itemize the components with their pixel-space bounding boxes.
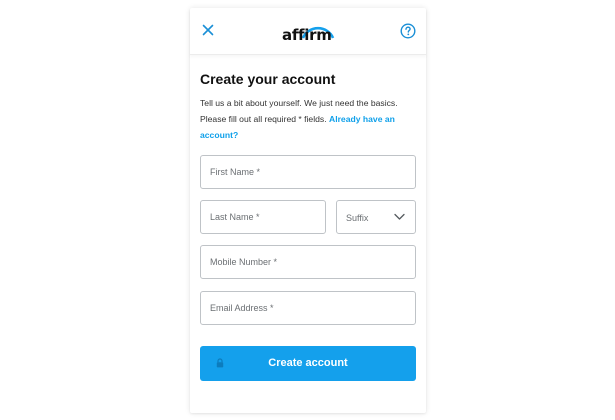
create-account-label: Create account [268, 357, 348, 369]
page-title: Create your account [200, 71, 336, 87]
first-name-input[interactable] [201, 156, 415, 188]
close-button[interactable] [200, 22, 216, 38]
last-name-input[interactable] [201, 201, 325, 233]
email-input[interactable] [201, 292, 415, 324]
help-icon [400, 23, 416, 39]
form-description: Tell us a bit about yourself. We just ne… [200, 95, 416, 143]
chevron-down-icon [394, 213, 405, 220]
page: affirm Create your account Tell us a bit… [0, 0, 615, 420]
mobile-number-input[interactable] [201, 246, 415, 278]
suffix-selected-value: Suffix [346, 213, 369, 223]
close-icon [202, 24, 214, 36]
help-button[interactable] [400, 23, 416, 39]
logo-text: affirm [282, 26, 332, 44]
header-bar: affirm [190, 8, 426, 55]
form-intro: Create your account Tell us a bit about … [200, 70, 416, 143]
email-field[interactable] [200, 291, 416, 325]
last-name-field[interactable] [200, 200, 326, 234]
affirm-logo: affirm [282, 21, 335, 44]
mobile-number-field[interactable] [200, 245, 416, 279]
create-account-button[interactable]: Create account [200, 346, 416, 381]
signup-card: affirm Create your account Tell us a bit… [190, 8, 426, 413]
suffix-select[interactable]: Suffix [336, 200, 416, 234]
first-name-field[interactable] [200, 155, 416, 189]
